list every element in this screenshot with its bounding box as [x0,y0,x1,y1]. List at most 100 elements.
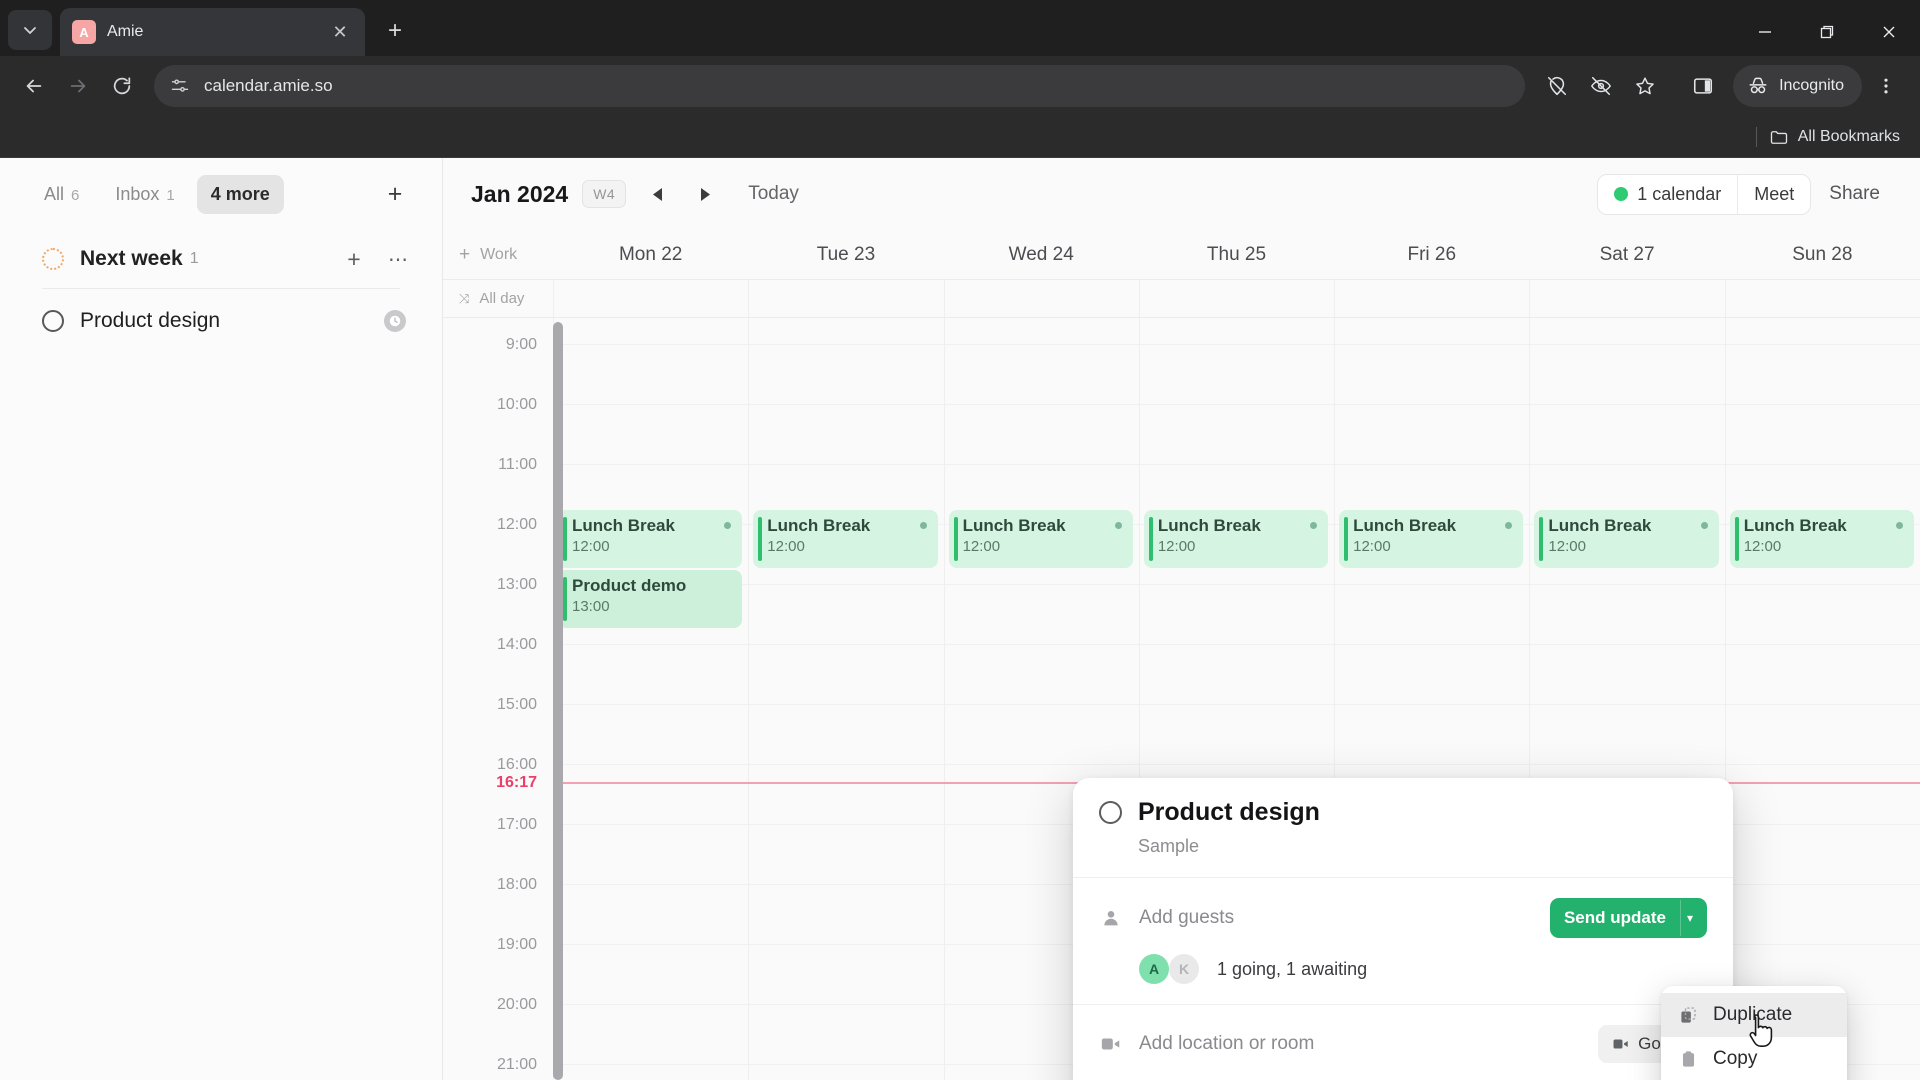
all-day-cell[interactable] [748,280,943,317]
week-badge[interactable]: W4 [582,180,627,208]
hour-gridline [554,644,749,645]
today-button[interactable]: Today [748,183,799,205]
next-week-button[interactable] [688,177,722,211]
browser-tab-amie[interactable]: A Amie ✕ [60,8,365,56]
three-dot-menu-icon[interactable] [1866,66,1906,106]
all-day-cell[interactable] [1724,280,1920,317]
page-settings-icon[interactable] [170,76,190,96]
all-day-cell[interactable] [1334,280,1529,317]
tab-search-button[interactable] [8,10,52,50]
calendar-event[interactable]: Lunch Break 12:00 [1143,510,1329,568]
back-icon[interactable] [14,66,54,106]
add-list-button[interactable]: + [378,177,412,211]
meet-button[interactable]: Meet [1737,174,1810,214]
hour-gridline [1725,344,1920,345]
event-time: 12:00 [572,538,610,555]
sidebar-task-product-design[interactable]: Product design [0,289,442,353]
calendar-event[interactable]: Lunch Break 12:00 [1534,510,1719,568]
side-panel-icon[interactable] [1683,66,1723,106]
day-header-thu[interactable]: Thu 25 [1139,230,1334,279]
event-title[interactable]: Product design [1138,798,1320,827]
guests-row: Add guests Send update ▾ [1099,898,1707,938]
vertical-scrollbar[interactable] [553,322,563,1080]
tab-strip: A Amie ✕ + [0,0,1920,56]
day-column[interactable]: Lunch Break 12:00 Product demo 13:00 [553,318,749,1080]
share-button[interactable]: Share [1811,174,1898,214]
new-tab-button[interactable]: + [375,11,415,51]
sidebar-group-next-week[interactable]: Next week 1 + ⋯ [0,230,442,288]
all-day-cell[interactable] [943,280,1139,317]
address-bar[interactable]: calendar.amie.so [154,65,1526,107]
task-checkbox-icon[interactable] [1099,801,1122,824]
event-status-dot [919,522,927,529]
star-icon[interactable] [1625,66,1665,106]
collapse-icon[interactable]: ⤨ [459,291,469,307]
hour-gridline [1139,704,1335,705]
calendar-event[interactable]: Lunch Break 12:00 [558,510,743,568]
minimize-icon[interactable] [1734,8,1796,56]
calendar-event[interactable]: Lunch Break 12:00 [948,510,1133,568]
day-column[interactable]: Lunch Break 12:00 [748,318,944,1080]
hour-gridline [554,824,749,825]
close-icon[interactable]: ✕ [327,19,353,45]
reload-icon[interactable] [102,66,142,106]
hour-gridline [749,944,944,945]
event-status-dot [1895,522,1903,529]
event-title: Lunch Break [1743,516,1847,535]
calendars-button[interactable]: 1 calendar [1598,175,1737,214]
hour-gridline [1725,464,1920,465]
person-icon [1099,907,1123,929]
work-label-cell[interactable]: + Work [443,230,553,279]
all-day-cell[interactable] [553,280,748,317]
hour-gridline [1530,404,1725,405]
hour-gridline [749,344,944,345]
group-more-button[interactable]: ⋯ [384,245,412,273]
calendar-event[interactable]: Lunch Break 12:00 [753,510,938,568]
hour-gridline [1530,344,1725,345]
send-update-button[interactable]: Send update ▾ [1549,898,1707,938]
forward-icon[interactable] [58,66,98,106]
prev-week-button[interactable] [640,177,674,211]
location-blocked-icon[interactable] [1537,66,1577,106]
day-header-sat[interactable]: Sat 27 [1529,230,1724,279]
all-bookmarks-button[interactable]: All Bookmarks [1769,127,1900,147]
popup-title-row: Product design [1099,798,1707,827]
task-checkbox-icon[interactable] [42,310,64,332]
add-calendar-icon[interactable]: + [459,244,470,266]
all-day-cell[interactable] [1138,280,1334,317]
calendar-event[interactable]: Lunch Break 12:00 [1339,510,1524,568]
hour-gridline [944,464,1139,465]
time-label: 14:00 [496,636,537,653]
day-header-tue[interactable]: Tue 23 [748,230,943,279]
calendar-event[interactable]: Lunch Break 12:00 [1729,510,1914,568]
event-title: Lunch Break [1548,516,1652,535]
dotted-circle-icon [42,248,64,270]
hour-gridline [554,1004,749,1005]
time-label: 15:00 [496,696,537,713]
calendar-event-product-demo[interactable]: Product demo 13:00 [558,570,743,628]
sidebar-tab-all[interactable]: All 6 [30,175,93,214]
event-subtitle: Sample [1138,836,1200,856]
day-header-mon[interactable]: Mon 22 [553,230,748,279]
incognito-profile-button[interactable]: Incognito [1733,65,1862,107]
day-header-sun[interactable]: Sun 28 [1725,230,1920,279]
day-header-fri[interactable]: Fri 26 [1334,230,1529,279]
sidebar-tab-more[interactable]: 4 more [196,174,284,214]
avatar: K [1169,954,1199,984]
sidebar-tab-inbox[interactable]: Inbox 1 [101,175,188,214]
all-day-label-cell[interactable]: ⤨ All day [443,280,553,317]
day-header-row: + Work Mon 22 Tue 23 Wed 24 Thu 25 Fri 2… [443,230,1920,280]
eye-off-icon[interactable] [1581,66,1621,106]
hour-gridline [749,704,944,705]
event-time: 12:00 [1743,538,1782,555]
add-location-label[interactable]: Add location or room [1139,1033,1314,1055]
window-close-icon[interactable] [1858,8,1920,56]
chevron-down-icon[interactable]: ▾ [1679,900,1707,936]
add-task-button[interactable]: + [340,245,368,273]
day-column[interactable]: Lunch Break 12:00 [1724,318,1920,1080]
add-guests-label[interactable]: Add guests [1139,907,1234,929]
maximize-icon[interactable] [1796,8,1858,56]
all-day-cell[interactable] [1529,280,1724,317]
group-count: 1 [189,250,199,267]
day-header-wed[interactable]: Wed 24 [944,230,1139,279]
